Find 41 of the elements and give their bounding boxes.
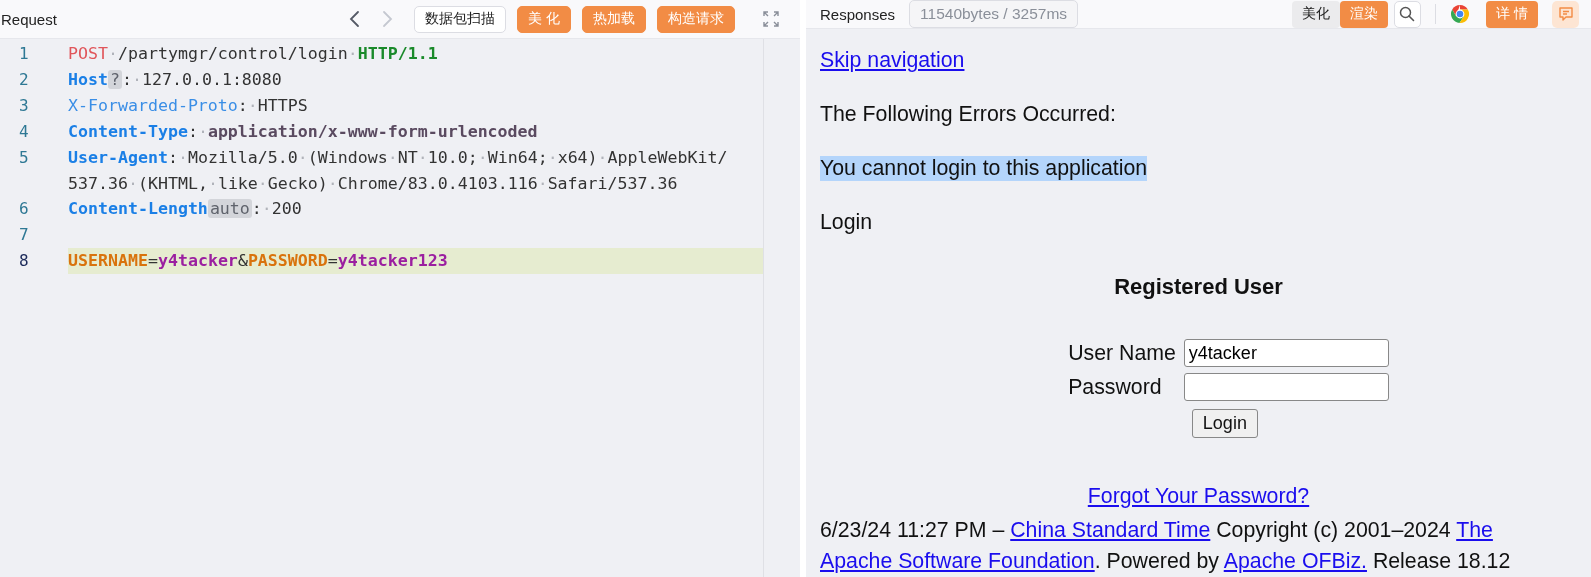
pane-title: Responses — [820, 5, 896, 23]
input-field[interactable]: y4tacker — [1183, 339, 1389, 367]
stats-badge: 11540bytes / 3257ms — [909, 0, 1079, 28]
footer-text: 6/23/24 11:27 PM – China Standard Time Copyright (c) 2001–2024 The Apache Software Foundation. Powered by Apache OFBiz. Release 18.12 — [820, 517, 1512, 575]
error-message: You cannot login to this application — [820, 156, 1148, 181]
code-line: POST·/partymgr/control/login·HTTP/1.1 — [68, 43, 439, 65]
view-mode-tab[interactable]: 美化 — [1291, 0, 1340, 28]
field-label: User Name — [1068, 340, 1177, 366]
pane-title: Request — [1, 10, 57, 28]
search-button[interactable] — [1393, 0, 1421, 28]
line-number: 2 — [18, 68, 30, 91]
toolbar-button[interactable]: 数据包扫描 — [413, 5, 506, 33]
line-number: 1 — [18, 43, 30, 65]
comment-icon — [1557, 6, 1574, 22]
field-label: Password — [1068, 374, 1163, 400]
footer-link[interactable]: Apache Software Foundation — [820, 549, 1095, 573]
line-number: 6 — [18, 198, 30, 221]
expand-icon[interactable] — [762, 10, 780, 28]
form-title: Registered User — [1114, 274, 1283, 299]
code-line: X-Forwarded-Proto:·HTTPS — [68, 94, 309, 117]
line-number: 7 — [18, 224, 30, 247]
footer-link[interactable]: Apache OFBiz. — [1223, 549, 1367, 573]
login-button[interactable]: Login — [1191, 409, 1258, 438]
line-number: 3 — [18, 94, 30, 117]
code-line: Content-Length auto:·200 — [68, 198, 303, 221]
code-line: Host?:·127.0.0.1:8080 — [68, 68, 283, 91]
footer-link[interactable]: China Standard Time — [1010, 518, 1211, 542]
code-line: User-Agent:·Mozilla/5.0·(Windows·NT·10.0;·Win64;·x64)·AppleWebKit/ 537.36·(KHTML,·like·Gecko)·Chrome/83.0.4103.116·Safari/537.36 — [68, 146, 729, 195]
error-heading: The Following Errors Occurred: — [820, 102, 1116, 127]
search-icon — [1399, 6, 1416, 22]
comment-button[interactable] — [1552, 0, 1579, 28]
footer-link[interactable]: The — [1456, 518, 1493, 542]
code-line: Content-Type:·application/x-www-form-urlencoded — [68, 120, 539, 143]
section-title: Login — [820, 210, 873, 235]
input-field[interactable] — [1183, 373, 1389, 401]
forgot-password-link[interactable]: Forgot Your Password? — [1087, 484, 1310, 508]
line-number: 4 — [18, 120, 30, 143]
line-number: 5 — [18, 146, 30, 169]
browser-icon[interactable] — [1449, 4, 1470, 24]
line-number: 8 — [18, 250, 30, 273]
skip-link[interactable]: Skip navigation — [820, 48, 965, 72]
